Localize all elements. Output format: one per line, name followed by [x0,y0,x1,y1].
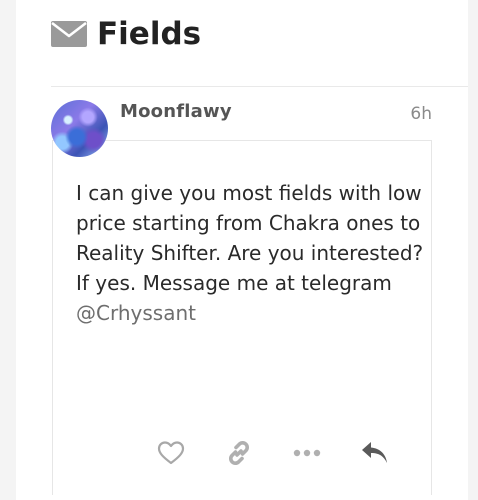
more-options-button[interactable] [290,436,324,470]
like-button[interactable] [154,436,188,470]
user-avatar[interactable] [51,100,108,157]
post-body: I can give you most fields with low pric… [76,178,426,328]
post-paragraph: I can give you most fields with low pric… [76,181,424,265]
post-text: If yes. Message me at telegram [76,271,392,295]
share-link-button[interactable] [222,436,256,470]
reply-button[interactable] [358,436,392,470]
header-divider [51,86,468,87]
post-username[interactable]: Moonflawy [120,101,232,122]
page: Fields Moonflawy 6h I can give you most … [0,0,478,500]
heart-icon [157,440,185,466]
topic-title[interactable]: Fields [97,12,201,56]
reply-icon [360,440,390,466]
envelope-icon [51,21,87,47]
topic-header: Fields [51,12,201,56]
link-icon [225,439,253,467]
post-paragraph: If yes. Message me at telegram @Crhyssan… [76,268,426,328]
post-actions [150,436,400,470]
telegram-mention: @Crhyssant [76,301,196,325]
post-age[interactable]: 6h [410,104,432,124]
ellipsis-icon [293,448,321,458]
